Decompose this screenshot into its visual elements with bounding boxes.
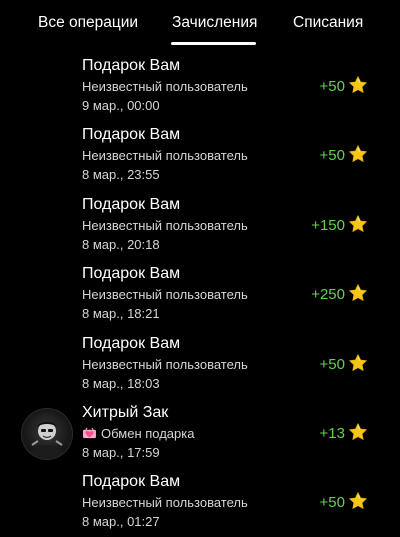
star-icon	[349, 215, 367, 232]
star-icon	[349, 145, 367, 162]
tab-bar: Все операции Зачисления Списания	[0, 0, 400, 50]
transaction-subtitle: Неизвестный пользователь	[82, 495, 248, 510]
transaction-amount: +150	[311, 217, 345, 234]
transaction-title: Подарок Вам	[82, 126, 181, 143]
transaction-title: Хитрый Зак	[82, 404, 169, 421]
transaction-date: 8 мар., 23:55	[82, 167, 160, 182]
transaction-row[interactable]: Хитрый Зак Обмен подарка 8 мар., 17:59 +…	[0, 404, 400, 468]
transaction-amount: +50	[319, 356, 345, 373]
transaction-date: 8 мар., 20:18	[82, 237, 160, 252]
transaction-subtitle: Неизвестный пользователь	[82, 287, 248, 302]
transaction-row[interactable]: Подарок Вам Неизвестный пользователь 8 м…	[0, 473, 400, 537]
transaction-row[interactable]: Подарок Вам Неизвестный пользователь 8 м…	[0, 126, 400, 190]
transaction-amount: +50	[319, 78, 345, 95]
transaction-amount: +250	[311, 286, 345, 303]
transaction-amount: +13	[319, 425, 345, 442]
transaction-title: Подарок Вам	[82, 196, 181, 213]
transaction-row[interactable]: Подарок Вам Неизвестный пользователь 8 м…	[0, 196, 400, 260]
transaction-date: 9 мар., 00:00	[82, 98, 160, 113]
transaction-subtitle: Неизвестный пользователь	[82, 357, 248, 372]
transaction-row[interactable]: Подарок Вам Неизвестный пользователь 8 м…	[0, 265, 400, 329]
transaction-row[interactable]: Подарок Вам Неизвестный пользователь 9 м…	[0, 57, 400, 121]
transaction-date: 8 мар., 01:27	[82, 514, 160, 529]
transaction-subtitle: Неизвестный пользователь	[82, 218, 248, 233]
transaction-subtitle: Неизвестный пользователь	[82, 79, 248, 94]
tab-debits[interactable]: Списания	[293, 14, 363, 32]
gift-heart-icon	[83, 427, 96, 439]
tab-credits[interactable]: Зачисления	[172, 14, 257, 32]
user-avatar[interactable]	[21, 408, 73, 460]
transaction-date: 8 мар., 18:21	[82, 306, 160, 321]
transaction-date: 8 мар., 18:03	[82, 376, 160, 391]
star-icon	[349, 492, 367, 509]
transaction-amount: +50	[319, 494, 345, 511]
transaction-subtitle: Неизвестный пользователь	[82, 148, 248, 163]
transaction-amount: +50	[319, 147, 345, 164]
transaction-title: Подарок Вам	[82, 265, 181, 282]
transaction-date: 8 мар., 17:59	[82, 445, 160, 460]
star-icon	[349, 354, 367, 371]
tab-all-operations[interactable]: Все операции	[38, 14, 138, 32]
transaction-subtitle: Обмен подарка	[101, 426, 195, 441]
star-icon	[349, 284, 367, 301]
transaction-title: Подарок Вам	[82, 57, 181, 74]
transaction-title: Подарок Вам	[82, 473, 181, 490]
transaction-row[interactable]: Подарок Вам Неизвестный пользователь 8 м…	[0, 335, 400, 399]
transaction-subtitle-row: Обмен подарка	[82, 426, 194, 441]
star-icon	[349, 423, 367, 440]
star-icon	[349, 76, 367, 93]
transaction-title: Подарок Вам	[82, 335, 181, 352]
active-tab-indicator	[171, 42, 256, 45]
